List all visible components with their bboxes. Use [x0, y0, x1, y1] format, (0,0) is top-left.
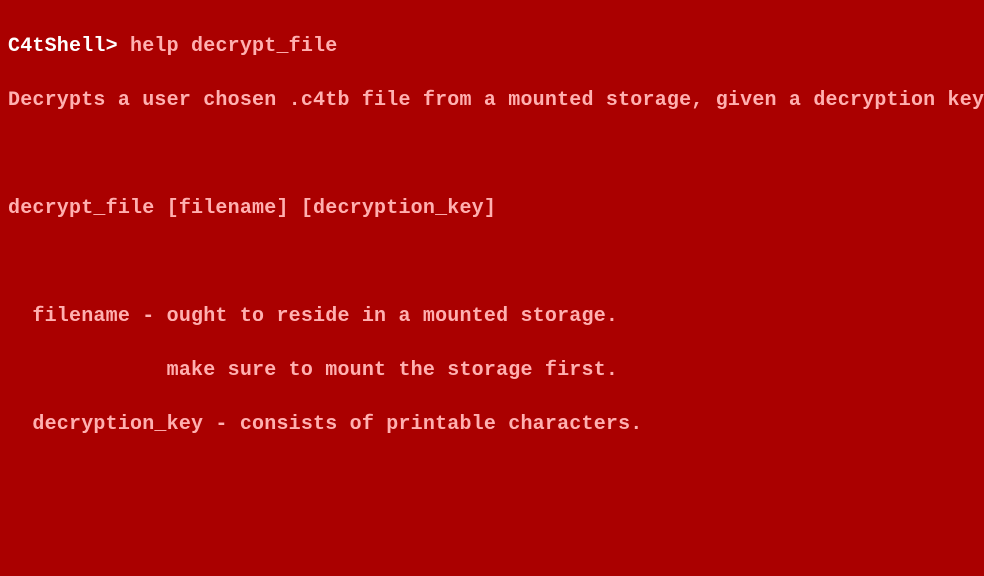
blank-line — [8, 465, 976, 492]
usage-line: decrypt_file [filename] [decryption_key] — [8, 195, 976, 222]
blank-line — [8, 249, 976, 276]
blank-line — [8, 141, 976, 168]
command-line-1[interactable]: C4tShell> help decrypt_file — [8, 33, 976, 60]
arg-filename-line2: make sure to mount the storage first. — [8, 357, 976, 384]
shell-prompt: C4tShell> — [8, 35, 118, 58]
arg-decryption-key: decryption_key - consists of printable c… — [8, 411, 976, 438]
terminal-output: C4tShell> help decrypt_file Decrypts a u… — [0, 0, 984, 576]
help-description: Decrypts a user chosen .c4tb file from a… — [8, 87, 976, 114]
typed-command: help decrypt_file — [118, 35, 338, 58]
blank-line — [8, 519, 976, 546]
arg-filename-line1: filename - ought to reside in a mounted … — [8, 303, 976, 330]
